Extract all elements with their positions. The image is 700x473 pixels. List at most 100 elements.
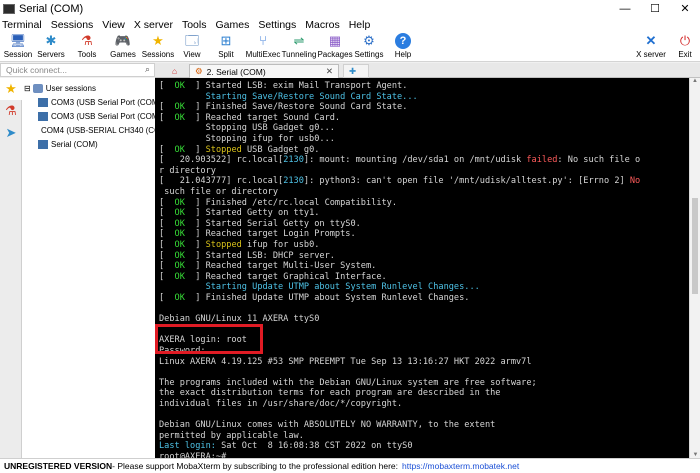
terminal-text: OK <box>174 208 185 219</box>
menu-macros[interactable]: Macros <box>303 19 342 31</box>
terminal-text: ]: mount: mounting /dev/sda1 on /mnt/udi… <box>303 155 527 166</box>
login-highlight-box <box>155 324 263 354</box>
power-icon: ⏻ <box>679 33 691 48</box>
terminal-text: OK <box>174 240 185 250</box>
new-tab-button[interactable]: ✚ <box>343 64 369 78</box>
terminal-text: Stopped <box>205 240 242 250</box>
serial-port-icon <box>38 98 48 107</box>
toolbar-settings-button[interactable]: ⚙ Settings <box>354 32 384 62</box>
menu-tools[interactable]: Tools <box>180 19 210 31</box>
menu-games[interactable]: Games <box>213 19 252 31</box>
toolbar-servers-button[interactable]: ✱ Servers <box>36 32 66 62</box>
menu-bar: Terminal Sessions View X server Tools Ga… <box>0 17 700 32</box>
toolbar-view-button[interactable]: 🗔 View <box>179 32 205 62</box>
terminal-text: OK <box>174 102 185 113</box>
close-button[interactable]: ✕ <box>670 0 700 17</box>
terminal-text: ifup for usb0. <box>241 240 320 250</box>
terminal-text: [ 20.903522] rc.local[ <box>159 155 284 166</box>
toolbar-tools-button[interactable]: ⚗ Tools <box>73 32 101 62</box>
tools-icon[interactable]: ⚗ <box>0 100 22 122</box>
terminal-text: failed <box>526 155 558 166</box>
toolbar-x-server-button[interactable]: ✕ X server <box>634 32 668 62</box>
terminal-text: OK <box>174 229 185 240</box>
terminal-text: Stopped <box>205 144 242 155</box>
close-tab-icon[interactable]: ✕ <box>326 66 333 77</box>
toolbar-tunneling-button[interactable]: ⇌ Tunneling <box>282 32 317 62</box>
terminal-text: : No such file o <box>557 155 641 166</box>
tab-serial-com[interactable]: ⚙ 2. Serial (COM) ✕ <box>189 64 339 78</box>
scroll-up-icon[interactable]: ▲ <box>690 78 700 84</box>
menu-help[interactable]: Help <box>347 19 374 31</box>
terminal-text: [ 21.043777] rc.local[ <box>159 176 284 187</box>
search-icon: ⌕ <box>144 64 150 74</box>
window-title: Serial (COM) <box>19 2 84 15</box>
terminal-text: ] Reached target Multi-User System. <box>184 261 377 272</box>
terminal-text: ] <box>184 240 206 250</box>
title-bar: Serial (COM) — ☐ ✕ <box>0 0 700 17</box>
subscribe-link[interactable]: https://mobaxterm.mobatek.net <box>402 461 519 471</box>
terminal-text: [ <box>159 81 175 91</box>
terminal-text: 2130 <box>283 176 304 187</box>
menu-terminal[interactable]: Terminal <box>0 19 45 31</box>
terminal-text: ] Started LSB: DHCP server. <box>184 250 335 261</box>
terminal-text: ] <box>184 144 206 155</box>
session-item[interactable]: COM3 (USB Serial Port (COM3)) <box>38 110 168 123</box>
terminal-text: [ <box>159 144 175 155</box>
terminal-text: [ <box>159 240 175 250</box>
folder-icon <box>32 84 43 93</box>
session-item[interactable]: Serial (COM) <box>38 138 98 151</box>
view-icon: 🗔 <box>184 33 200 48</box>
terminal-output[interactable]: [ OK ] Started LSB: exim Mail Transport … <box>155 78 689 458</box>
toolbar-session-button[interactable]: 🖥 Session <box>3 32 33 62</box>
terminal-text: [ <box>159 261 175 272</box>
terminal-text: r directory <box>159 165 216 176</box>
left-sidebar-rail: ★ ⚗ ➤ <box>0 78 22 458</box>
send-icon[interactable]: ➤ <box>0 122 22 144</box>
terminal-text: OK <box>174 197 185 208</box>
session-item[interactable]: COM4 (USB-SERIAL CH340 (CO <box>38 124 155 137</box>
session-item[interactable]: COM3 (USB Serial Port (COM3)) <box>38 96 168 109</box>
terminal-text: OK <box>174 293 185 303</box>
toolbar-games-button[interactable]: 🎮 Games <box>108 32 138 62</box>
tab-bar: ⌂ ⚙ 2. Serial (COM) ✕ ✚ <box>155 63 700 78</box>
toolbar-exit-button[interactable]: ⏻ Exit <box>673 32 697 62</box>
quick-connect-input[interactable]: Quick connect... ⌕ <box>0 63 155 77</box>
quick-connect-placeholder: Quick connect... <box>6 65 67 75</box>
scrollbar-thumb[interactable] <box>692 198 698 294</box>
terminal-text: [ <box>159 229 175 240</box>
toolbar-multiexec-button[interactable]: ⑂ MultiExec <box>245 32 281 62</box>
terminal-text: Debian GNU/Linux comes with ABSOLUTELY N… <box>159 420 496 431</box>
terminal-text: ] Finished /etc/rc.local Compatibility. <box>184 197 398 208</box>
menu-x-server[interactable]: X server <box>132 19 176 31</box>
serial-port-icon <box>38 112 48 121</box>
serial-port-icon <box>38 140 48 149</box>
terminal-text: Starting Update UTMP about System Runlev… <box>205 282 480 293</box>
status-bar: UNREGISTERED VERSION - Please support Mo… <box>0 458 700 473</box>
terminal-text: ] Finished Save/Restore Sound Card State… <box>184 102 408 113</box>
toolbar-split-button[interactable]: ⊞ Split <box>213 32 239 62</box>
menu-sessions[interactable]: Sessions <box>49 19 97 31</box>
session-icon: 🖥 <box>9 33 27 48</box>
terminal-scrollbar[interactable]: ▲ ▼ <box>689 78 700 458</box>
terminal-text: [ <box>159 218 175 229</box>
minimize-button[interactable]: — <box>610 0 640 17</box>
menu-settings[interactable]: Settings <box>256 19 299 31</box>
servers-icon: ✱ <box>45 33 57 48</box>
toolbar-help-button[interactable]: ? Help <box>390 32 416 62</box>
terminal-text: OK <box>174 81 185 91</box>
home-tab[interactable]: ⌂ <box>167 64 187 78</box>
terminal-text: Sat Oct 8 16:08:38 CST 2022 on ttyS0 <box>215 441 413 452</box>
games-icon: 🎮 <box>114 33 132 48</box>
maximize-button[interactable]: ☐ <box>640 0 670 17</box>
terminal-text: 2130 <box>283 155 304 166</box>
toolbar-sessions-button[interactable]: ★ Sessions <box>141 32 175 62</box>
terminal-text: The programs included with the Debian GN… <box>159 377 537 388</box>
sessions-root[interactable]: ⊟ User sessions <box>24 82 96 95</box>
terminal-line: [ 20.903522] rc.local[2130]: mount: moun… <box>159 154 640 166</box>
menu-view[interactable]: View <box>100 19 128 31</box>
gear-icon: ⚙ <box>363 33 375 48</box>
collapse-icon[interactable]: ⊟ <box>24 84 31 93</box>
star-icon[interactable]: ★ <box>0 78 22 100</box>
toolbar-packages-button[interactable]: ▦ Packages <box>317 32 352 62</box>
